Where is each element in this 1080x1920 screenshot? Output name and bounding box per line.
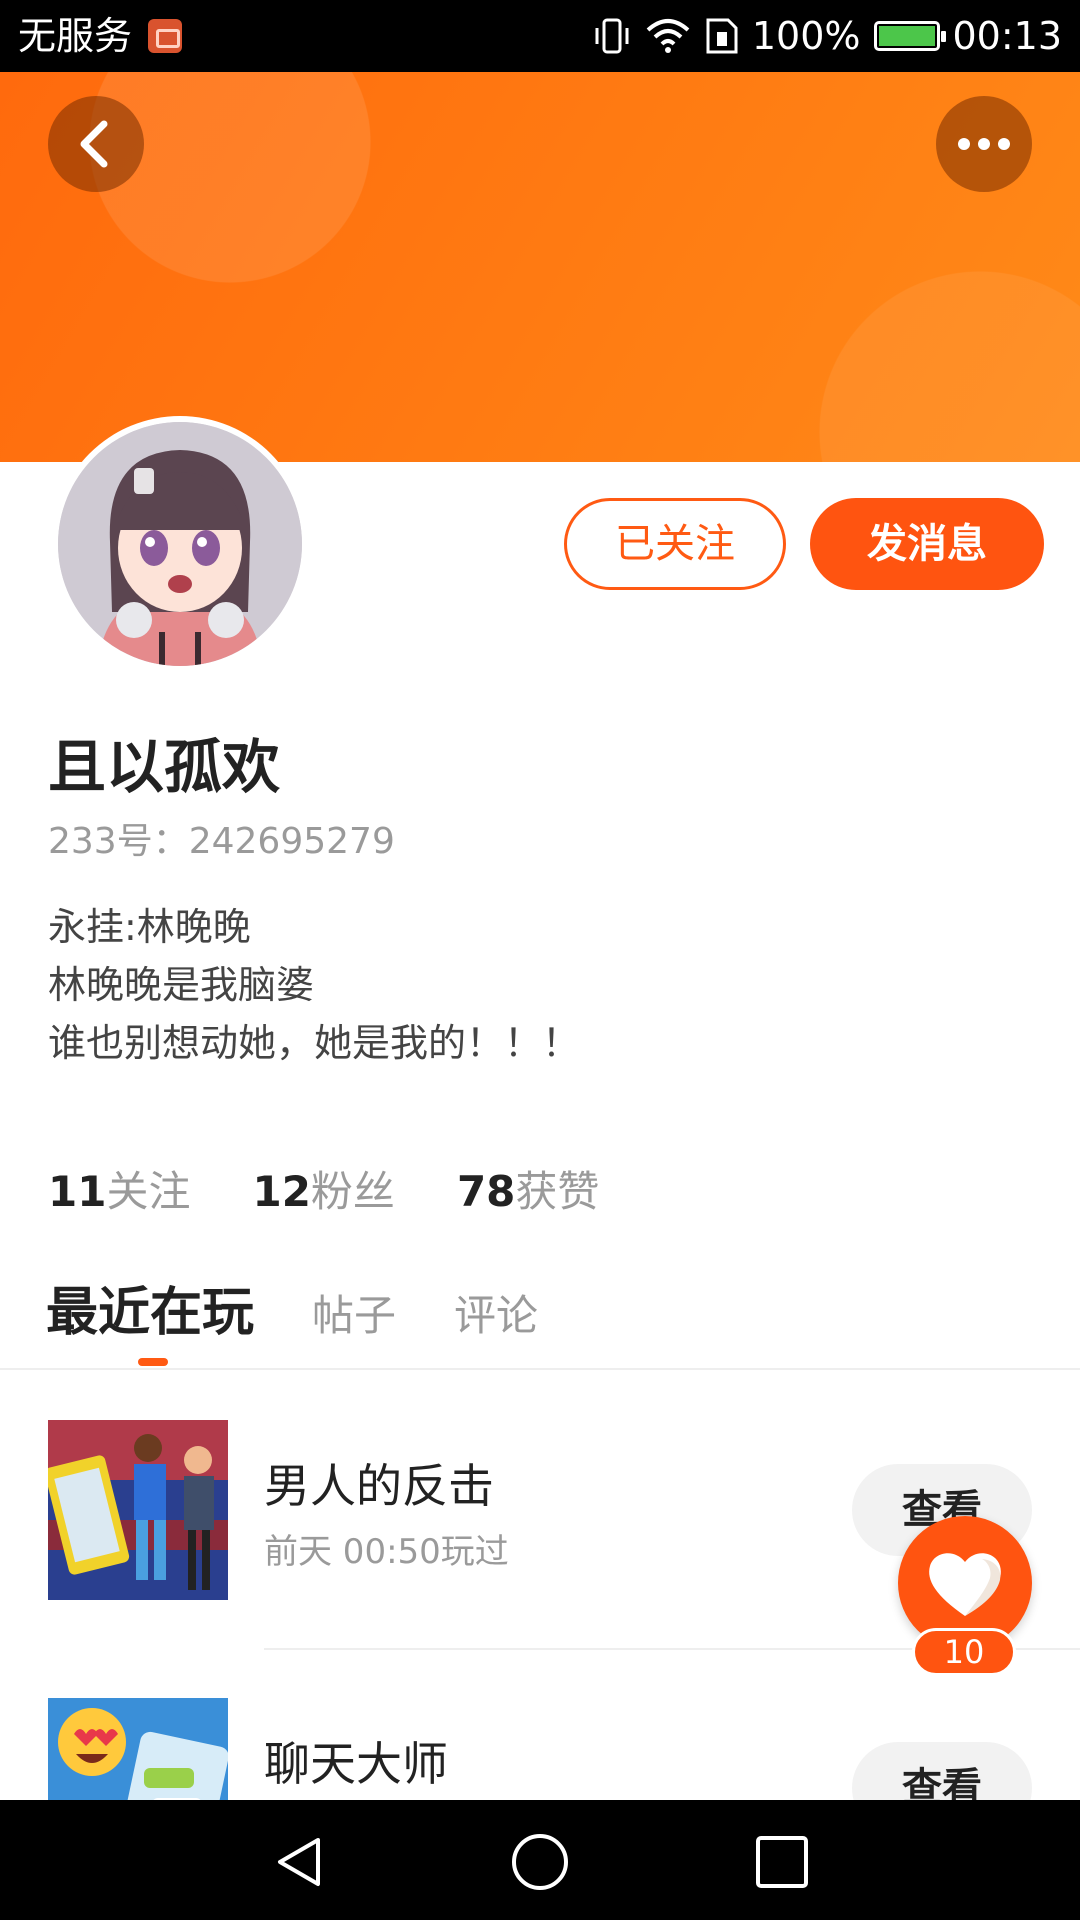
back-button[interactable] [48, 96, 144, 192]
wifi-icon [646, 19, 690, 53]
nickname: 且以孤欢 [48, 733, 281, 801]
stat-number: 78 [456, 1167, 516, 1216]
game-thumbnail [48, 1698, 228, 1800]
stat-number: 12 [252, 1167, 311, 1216]
send-message-button[interactable]: 发消息 [810, 498, 1044, 590]
stat-followers[interactable]: 12粉丝 [252, 1158, 394, 1219]
notification-app-icon [148, 19, 183, 53]
more-dots-icon [958, 138, 1010, 150]
like-count: 10 [912, 1628, 1016, 1676]
followed-button[interactable]: 已关注 [564, 498, 786, 590]
tab-divider [0, 1368, 1080, 1370]
sim-icon [706, 18, 738, 54]
bio-line: 谁也别想动她，她是我的！！！ [48, 1021, 581, 1065]
list-item[interactable]: 聊天大师 查看 [0, 1698, 1080, 1800]
battery-percent: 100% [751, 14, 861, 58]
active-tab-indicator [138, 1358, 168, 1366]
vibrate-icon [595, 18, 629, 54]
game-title: 聊天大师 [264, 1737, 448, 1791]
last-played: 前天 00:50玩过 [264, 1532, 509, 1572]
bio-line: 林晚晚是我脑婆 [48, 963, 315, 1007]
avatar[interactable] [52, 416, 308, 672]
stat-likes: 78获赞 [457, 1158, 599, 1219]
status-left: 无服务 [18, 12, 183, 60]
status-bar: 无服务 100% 00:13 [0, 0, 1080, 72]
carrier-text: 无服务 [18, 14, 133, 58]
status-right: 100% 00:13 [580, 12, 1062, 60]
bio-line: 永挂:林晚晚 [48, 905, 251, 949]
stat-label: 获赞 [515, 1167, 600, 1216]
stat-following[interactable]: 11关注 [48, 1158, 190, 1219]
game-thumbnail [48, 1420, 228, 1600]
chevron-left-icon [80, 120, 108, 168]
user-id: 233号：242695279 [48, 821, 395, 862]
system-nav-bar [0, 1800, 1080, 1920]
stat-label: 关注 [106, 1167, 191, 1216]
profile-banner [0, 72, 1080, 462]
stat-label: 粉丝 [310, 1167, 395, 1216]
tab-recently-played[interactable]: 最近在玩 [46, 1270, 254, 1345]
game-title: 男人的反击 [264, 1459, 494, 1513]
bio: 永挂:林晚晚 林晚晚是我脑婆 谁也别想动她，她是我的！！！ [48, 898, 580, 1072]
nav-home-icon[interactable] [510, 1832, 570, 1892]
nav-recents-icon[interactable] [754, 1834, 810, 1890]
view-button[interactable]: 查看 [852, 1742, 1032, 1800]
nav-back-icon[interactable] [272, 1834, 328, 1890]
more-button[interactable] [936, 96, 1032, 192]
profile-tabs: 最近在玩 帖子 评论 [46, 1270, 596, 1345]
clock: 00:13 [952, 14, 1062, 58]
tab-comments[interactable]: 评论 [454, 1282, 538, 1343]
profile-stats: 11关注 12粉丝 78获赞 [48, 1158, 661, 1219]
tab-posts[interactable]: 帖子 [312, 1282, 396, 1343]
stat-number: 11 [48, 1167, 107, 1216]
avatar-image [58, 422, 302, 666]
battery-charging-icon [874, 21, 947, 51]
